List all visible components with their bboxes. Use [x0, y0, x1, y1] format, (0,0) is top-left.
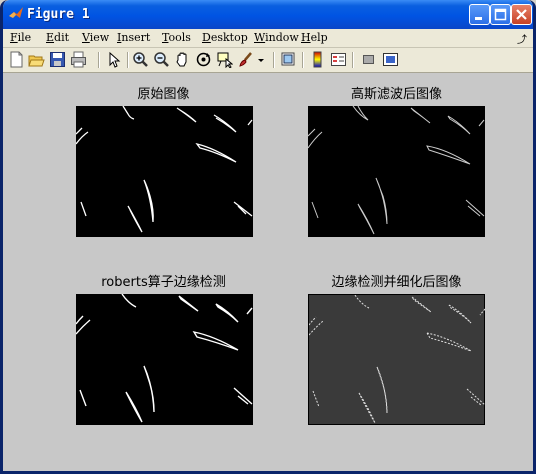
title-bar[interactable]: Figure 1 — [3, 0, 533, 29]
zoom-in-icon[interactable] — [132, 51, 149, 68]
maximize-button[interactable] — [490, 4, 511, 25]
save-icon[interactable] — [49, 51, 66, 68]
original-image-axes[interactable] — [76, 106, 253, 237]
link-plot-icon[interactable] — [280, 51, 297, 68]
menu-overflow-icon[interactable]: ⤴ — [517, 31, 527, 46]
brush-dropdown-icon[interactable] — [256, 51, 273, 68]
close-icon — [516, 9, 527, 20]
hide-plot-tools-icon[interactable] — [360, 51, 377, 68]
roberts-edge-axes[interactable] — [76, 294, 253, 425]
original-image — [76, 106, 253, 233]
roberts-edge-title: roberts算子边缘检测 — [101, 275, 226, 290]
menu-file[interactable]: File — [10, 31, 31, 44]
menu-view[interactable]: View — [82, 31, 109, 44]
data-cursor-icon[interactable] — [216, 51, 233, 68]
toolbar-separator — [302, 52, 304, 68]
figure-canvas: 原始图像 高斯滤波后图像 roberts算子边缘检测 边缘检测并细化后图像 — [3, 73, 533, 471]
new-figure-icon[interactable] — [8, 51, 25, 68]
legend-icon[interactable] — [330, 51, 347, 68]
gaussian-image-title: 高斯滤波后图像 — [350, 87, 442, 102]
matlab-logo-icon — [9, 7, 23, 18]
menu-window[interactable]: Window — [254, 31, 299, 44]
zoom-out-icon[interactable] — [153, 51, 170, 68]
toolbar-separator — [352, 52, 354, 68]
rotate-3d-icon[interactable] — [195, 51, 212, 68]
colorbar-icon[interactable] — [309, 51, 326, 68]
menu-help[interactable]: Help — [301, 31, 328, 44]
gaussian-image-axes[interactable] — [308, 106, 485, 237]
gaussian-image — [308, 106, 485, 235]
brush-icon[interactable] — [237, 51, 254, 68]
figure-toolbar — [3, 48, 533, 73]
toolbar-separator — [98, 52, 100, 68]
roberts-edge-image — [76, 294, 253, 423]
menu-edit[interactable]: Edit — [46, 31, 69, 44]
open-file-icon[interactable] — [28, 51, 45, 68]
menu-tools[interactable]: Tools — [162, 31, 191, 44]
menu-insert[interactable]: Insert — [117, 31, 150, 44]
thinned-edge-axes[interactable] — [308, 294, 486, 425]
menu-desktop[interactable]: Desktop — [202, 31, 248, 44]
menu-bar: File Edit View Insert Tools Desktop Wind… — [3, 29, 533, 48]
figure-window: Figure 1 File Edit View Insert Tools Des… — [0, 0, 536, 474]
pan-icon[interactable] — [174, 51, 191, 68]
toolbar-separator — [273, 52, 275, 68]
minimize-button[interactable] — [469, 4, 490, 25]
toolbar-separator — [127, 52, 129, 68]
close-button[interactable] — [511, 4, 532, 25]
pointer-icon[interactable] — [105, 51, 122, 68]
thinned-edge-image — [309, 295, 486, 424]
maximize-icon — [494, 8, 507, 21]
window-title: Figure 1 — [27, 7, 90, 22]
minimize-icon — [475, 17, 482, 20]
original-image-title: 原始图像 — [137, 87, 190, 102]
print-icon[interactable] — [70, 51, 87, 68]
show-plot-tools-icon[interactable] — [382, 51, 399, 68]
thinned-edge-title: 边缘检测并细化后图像 — [331, 275, 462, 290]
